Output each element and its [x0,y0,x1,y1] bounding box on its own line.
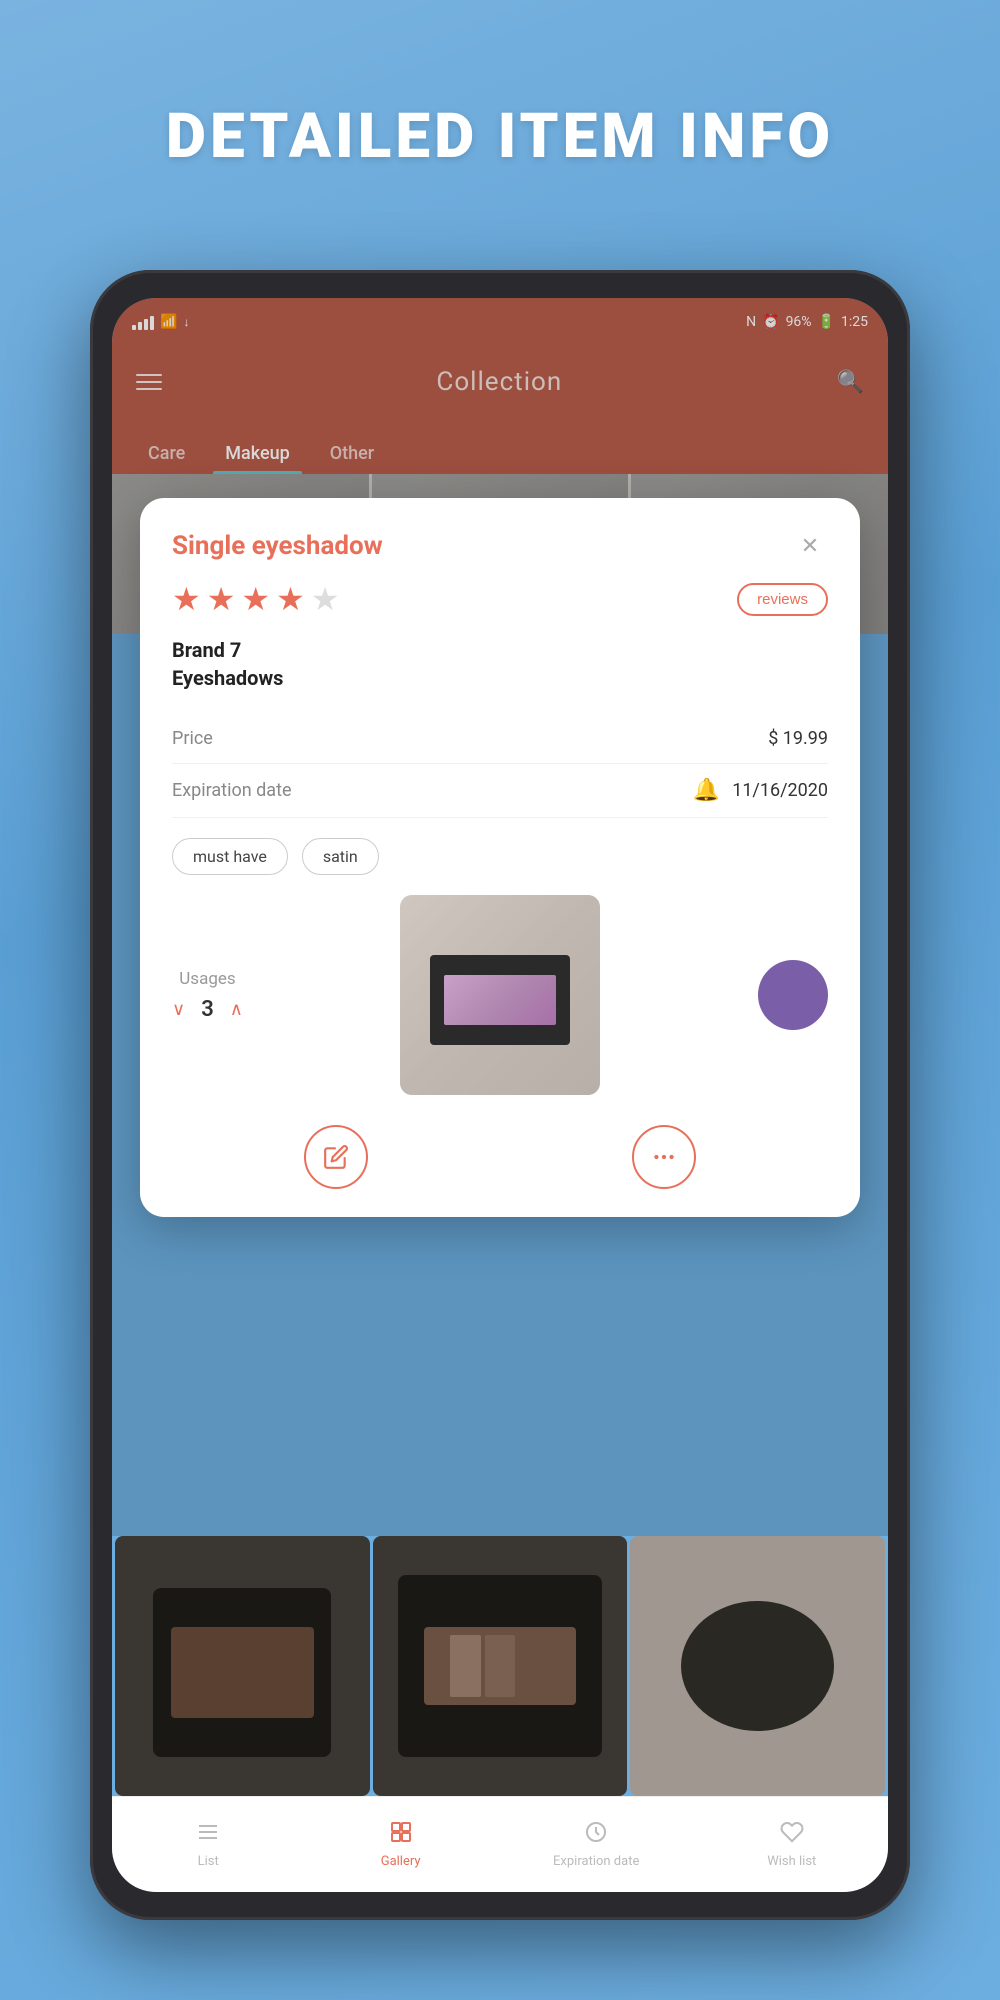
expiration-icon [584,1820,608,1850]
expiration-label: Expiration date [172,780,292,801]
reviews-button[interactable]: reviews [737,583,828,616]
edit-button[interactable] [304,1125,368,1189]
expiration-value: 🔔 11/16/2020 [693,778,828,803]
tags-row: must have satin [172,838,828,875]
stars-row: ★ ★ ★ ★ ★ reviews [172,580,828,618]
usages-label: Usages [179,969,235,989]
nav-item-expiration[interactable]: Expiration date [553,1820,639,1869]
nav-label-list: List [198,1854,219,1869]
nav-label-gallery: Gallery [381,1854,421,1869]
close-button[interactable]: ✕ [792,528,828,564]
usages-controls: ∨ 3 ∧ [172,997,243,1022]
nav-label-expiration: Expiration date [553,1854,639,1869]
brand-label: Brand 7 [172,638,828,662]
bottom-gallery [112,1536,888,1796]
wishlist-icon [780,1820,804,1850]
bottom-nav: List Gallery Expiration [112,1796,888,1892]
bell-icon[interactable]: 🔔 [693,778,720,803]
bottom-cell-2[interactable] [373,1536,628,1796]
category-label: Eyeshadows [172,666,828,690]
modal-card: Single eyeshadow ✕ ★ ★ ★ ★ ★ reviews Bra… [140,498,860,1217]
modal-actions [172,1115,828,1189]
product-image-inner [400,895,600,1095]
product-image [400,895,600,1095]
nav-label-wishlist: Wish list [767,1854,816,1869]
bottom-cell-3[interactable] [630,1536,885,1796]
price-label: Price [172,728,213,749]
star-1[interactable]: ★ [172,580,201,618]
tag-satin[interactable]: satin [302,838,379,875]
modal-header: Single eyeshadow ✕ [172,528,828,564]
nav-item-wishlist[interactable]: Wish list [752,1820,832,1869]
phone-screen: 📶 ↓ N ⏰ 96% 🔋 1:25 Collection 🔍 Care Mak… [112,298,888,1892]
star-5[interactable]: ★ [311,580,340,618]
bottom-cell-1[interactable] [115,1536,370,1796]
nav-item-list[interactable]: List [168,1820,248,1869]
decrement-button[interactable]: ∨ [172,999,185,1020]
nav-item-gallery[interactable]: Gallery [361,1820,441,1869]
color-dot[interactable] [758,960,828,1030]
star-3[interactable]: ★ [241,580,270,618]
tag-must-have[interactable]: must have [172,838,288,875]
star-4[interactable]: ★ [276,580,305,618]
list-icon [196,1820,220,1850]
price-value: $ 19.99 [768,728,828,749]
usages-block: Usages ∨ 3 ∧ [172,969,243,1022]
page-title: DETAILED ITEM INFO [0,100,1000,173]
modal-title: Single eyeshadow [172,531,383,561]
star-2[interactable]: ★ [207,580,236,618]
usages-count: 3 [201,997,214,1022]
phone-frame: 📶 ↓ N ⏰ 96% 🔋 1:25 Collection 🔍 Care Mak… [90,270,910,1920]
gallery-icon [389,1820,413,1850]
price-row: Price $ 19.99 [172,714,828,764]
more-button[interactable] [632,1125,696,1189]
usages-image-row: Usages ∨ 3 ∧ [172,895,828,1095]
increment-button[interactable]: ∧ [230,999,243,1020]
expiration-row: Expiration date 🔔 11/16/2020 [172,764,828,818]
